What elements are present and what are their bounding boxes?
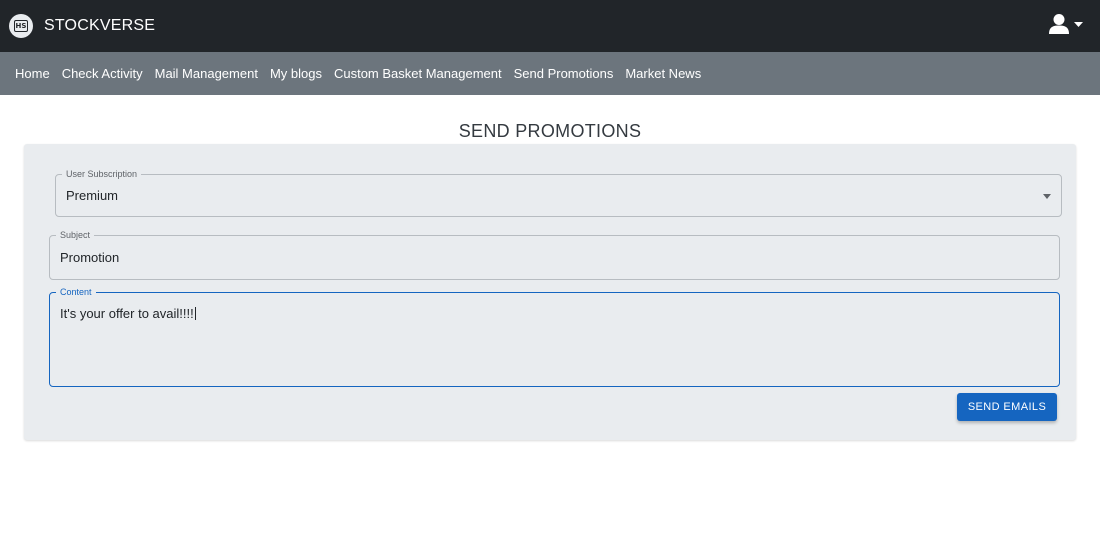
send-emails-button[interactable]: SEND EMAILS [957, 393, 1057, 421]
top-bar: HS STOCKVERSE [0, 0, 1100, 52]
nav-link-my-blogs[interactable]: My blogs [270, 66, 322, 81]
subject-input[interactable]: Promotion [60, 250, 119, 265]
promotion-form-card: User Subscription Premium Subject Promot… [24, 144, 1076, 440]
text-cursor [194, 307, 196, 320]
page-title: SEND PROMOTIONS [458, 121, 642, 141]
caret-down-icon [1043, 194, 1051, 199]
brand[interactable]: HS STOCKVERSE [9, 13, 155, 39]
nav-link-home[interactable]: Home [15, 66, 50, 81]
user-menu-toggle[interactable] [1048, 14, 1084, 36]
content-label: Content [56, 285, 96, 299]
nav-link-custom-basket-management[interactable]: Custom Basket Management [334, 66, 502, 81]
brand-logo: HS [9, 14, 33, 38]
brand-name: STOCKVERSE [44, 17, 156, 34]
nav-link-check-activity[interactable]: Check Activity [62, 66, 143, 81]
user-icon [1049, 14, 1083, 34]
user-subscription-value: Premium [66, 188, 119, 203]
nav-link-market-news[interactable]: Market News [625, 66, 701, 81]
brand-logo-text: HS [14, 20, 28, 32]
user-subscription-select[interactable]: User Subscription Premium [55, 167, 1062, 217]
subject-label: Subject [56, 228, 95, 242]
content-textarea[interactable]: It's your offer to avail!!!! [60, 306, 196, 321]
subject-field[interactable]: Subject Promotion [49, 228, 1060, 280]
user-subscription-label: User Subscription [62, 167, 142, 181]
content-text: It's your offer to avail!!!! [60, 306, 194, 321]
nav-link-send-promotions[interactable]: Send Promotions [514, 66, 614, 81]
caret-down-icon [1074, 22, 1083, 27]
nav-link-mail-management[interactable]: Mail Management [155, 66, 258, 81]
content-field[interactable]: Content It's your offer to avail!!!! [49, 285, 1060, 387]
main-nav: Home Check Activity Mail Management My b… [0, 52, 1100, 95]
